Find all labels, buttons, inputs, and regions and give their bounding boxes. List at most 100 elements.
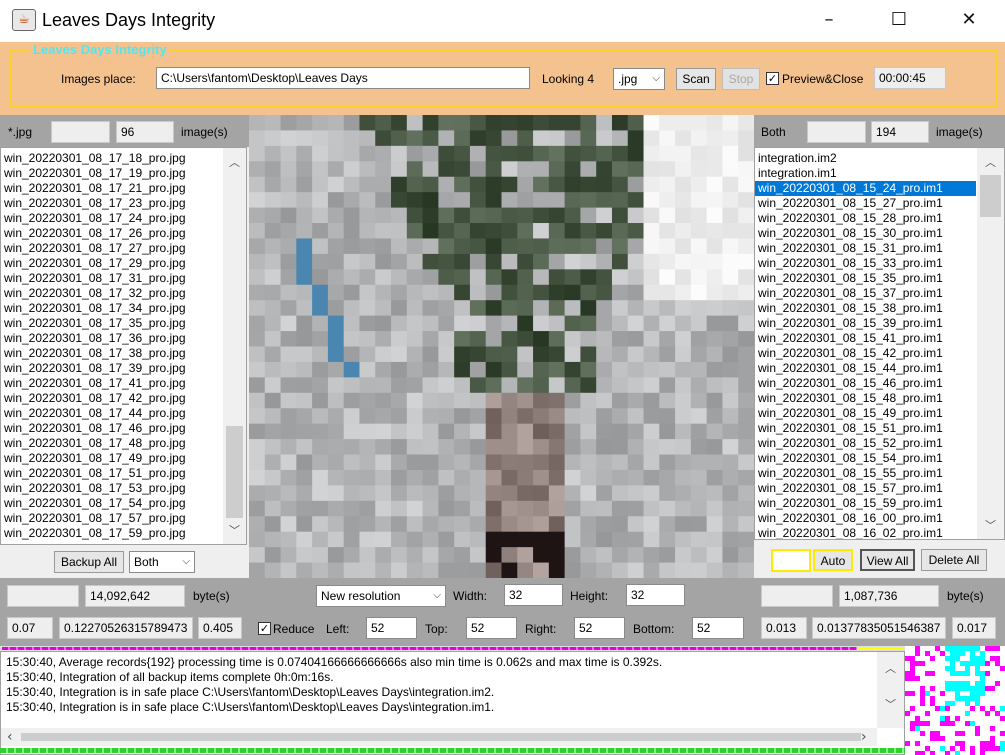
list-item[interactable]: win_20220301_08_17_49_pro.jpg [1,451,222,466]
list-item[interactable]: win_20220301_08_17_46_pro.jpg [1,421,222,436]
resolution-select[interactable]: New resolution ⌵ [316,585,446,607]
backup-mode-select[interactable]: Both ⌵ [129,551,195,573]
list-item[interactable]: win_20220301_08_17_19_pro.jpg [1,166,222,181]
list-item[interactable]: win_20220301_08_17_59_pro.jpg [1,526,222,541]
list-item[interactable]: win_20220301_08_17_48_pro.jpg [1,436,222,451]
list-item[interactable]: win_20220301_08_17_21_pro.jpg [1,181,222,196]
view-all-button[interactable]: View All [860,549,915,571]
log-vscroll[interactable]: ︿ ﹀ [877,652,904,728]
width-input[interactable]: 32 [504,584,563,606]
list-item[interactable]: win_20220301_08_15_55_pro.im1 [755,466,976,481]
crop-right-input[interactable]: 52 [574,617,625,639]
delete-all-button[interactable]: Delete All [921,549,987,571]
list-item[interactable]: win_20220301_08_15_44_pro.im1 [755,361,976,376]
list-item[interactable]: win_20220301_08_17_27_pro.jpg [1,241,222,256]
left-filter-field[interactable] [51,121,110,143]
crop-top-input[interactable]: 52 [466,617,517,639]
scroll-thumb[interactable] [21,733,861,741]
extension-select[interactable]: .jpg ⌵ [613,68,665,90]
diff-pixel [935,646,940,651]
scroll-up-icon[interactable]: ︿ [977,154,1004,170]
list-item[interactable]: win_20220301_08_15_57_pro.im1 [755,481,976,496]
list-item[interactable]: win_20220301_08_15_28_pro.im1 [755,211,976,226]
scroll-down-icon[interactable]: ﹀ [877,696,904,712]
list-item[interactable]: win_20220301_08_15_46_pro.im1 [755,376,976,391]
list-item[interactable]: win_20220301_08_15_49_pro.im1 [755,406,976,421]
list-item[interactable]: win_20220301_08_17_54_pro.jpg [1,496,222,511]
image-preview[interactable] [249,115,754,578]
preview-pixel [643,176,660,193]
preview-pixel [738,408,754,425]
list-item[interactable]: win_20220301_08_15_39_pro.im1 [755,316,976,331]
reduce-checkbox[interactable]: ✓ [258,622,271,635]
list-item[interactable]: win_20220301_08_15_37_pro.im1 [755,286,976,301]
maximize-button[interactable]: ☐ [876,0,922,42]
list-item[interactable]: win_20220301_08_15_35_pro.im1 [755,271,976,286]
preview-pixel [690,423,708,440]
crop-bottom-input[interactable]: 52 [692,617,744,639]
scroll-left-icon[interactable]: ‹ [7,729,13,745]
list-item[interactable]: win_20220301_08_17_35_pro.jpg [1,316,222,331]
list-item[interactable]: win_20220301_08_15_33_pro.im1 [755,256,976,271]
scroll-thumb[interactable] [226,426,243,518]
list-item[interactable]: win_20220301_08_15_48_pro.im1 [755,391,976,406]
scroll-down-icon[interactable]: ﹀ [223,522,246,538]
list-item[interactable]: win_20220301_08_16_00_pro.im1 [755,511,976,526]
list-item[interactable]: win_20220301_08_17_32_pro.jpg [1,286,222,301]
list-item[interactable]: win_20220301_08_15_52_pro.im1 [755,436,976,451]
log-hscroll[interactable]: ‹ › [1,728,877,746]
scan-button[interactable]: Scan [676,68,716,90]
list-item[interactable]: win_20220301_08_17_39_pro.jpg [1,361,222,376]
list-item[interactable]: win_20220301_08_15_51_pro.im1 [755,421,976,436]
list-item[interactable]: win_20220301_08_15_54_pro.im1 [755,451,976,466]
scroll-right-icon[interactable]: › [861,729,867,745]
list-item[interactable]: win_20220301_08_17_38_pro.jpg [1,346,222,361]
list-item[interactable]: win_20220301_08_16_02_pro.im1 [755,526,976,539]
preview-close-checkbox[interactable]: ✓ [766,72,779,85]
list-item[interactable]: win_20220301_08_17_34_pro.jpg [1,301,222,316]
log-area[interactable]: 15:30:40, Average records{192} processin… [0,651,905,755]
images-place-input[interactable]: C:\Users\fantom\Desktop\Leaves Days [156,67,530,89]
list-item[interactable]: win_20220301_08_17_42_pro.jpg [1,391,222,406]
list-item[interactable]: win_20220301_08_17_24_pro.jpg [1,211,222,226]
list-item[interactable]: win_20220301_08_17_51_pro.jpg [1,466,222,481]
list-item[interactable]: win_20220301_08_17_57_pro.jpg [1,511,222,526]
list-item[interactable]: integration.im2 [755,151,976,166]
list-item[interactable]: win_20220301_08_17_26_pro.jpg [1,226,222,241]
right-filter-field[interactable] [807,121,866,143]
list-item[interactable]: win_20220301_08_15_59_pro.im1 [755,496,976,511]
scroll-down-icon[interactable]: ﹀ [977,517,1004,533]
right-scrollbar[interactable]: ︿ ﹀ [977,148,1004,539]
list-item[interactable]: win_20220301_08_17_23_pro.jpg [1,196,222,211]
preview-pixel [327,454,345,471]
list-item[interactable]: win_20220301_08_15_42_pro.im1 [755,346,976,361]
list-item[interactable]: win_20220301_08_17_36_pro.jpg [1,331,222,346]
auto-field[interactable] [771,549,811,572]
crop-left-input[interactable]: 52 [366,617,417,639]
close-button[interactable]: ✕ [946,0,992,42]
list-item[interactable]: win_20220301_08_15_24_pro.im1 [755,181,976,196]
list-item[interactable]: win_20220301_08_15_38_pro.im1 [755,301,976,316]
list-item[interactable]: win_20220301_08_17_18_pro.jpg [1,151,222,166]
list-item[interactable]: integration.im1 [755,166,976,181]
list-item[interactable]: win_20220301_08_17_31_pro.jpg [1,271,222,286]
list-item[interactable]: win_20220301_08_15_27_pro.im1 [755,196,976,211]
backup-all-button[interactable]: Backup All [54,551,124,573]
scroll-thumb[interactable] [980,175,1001,217]
list-item[interactable]: win_20220301_08_17_44_pro.jpg [1,406,222,421]
list-item[interactable]: win_20220301_08_17_29_pro.jpg [1,256,222,271]
scroll-up-icon[interactable]: ︿ [223,154,246,170]
list-item[interactable]: win_20220301_08_15_31_pro.im1 [755,241,976,256]
minimize-button[interactable]: – [806,0,852,42]
scroll-up-icon[interactable]: ︿ [877,660,904,676]
list-item[interactable]: win_20220301_08_15_30_pro.im1 [755,226,976,241]
left-scrollbar[interactable]: ︿ ﹀ [223,148,246,544]
stop-button[interactable]: Stop [722,68,760,90]
backup-file-list[interactable]: integration.im2 integration.im1 win_202203… [754,147,1005,540]
height-input[interactable]: 32 [626,584,685,606]
list-item[interactable]: win_20220301_08_17_41_pro.jpg [1,376,222,391]
source-file-list[interactable]: win_20220301_08_17_18_pro.jpg win_2022030… [0,147,247,545]
auto-button[interactable]: Auto [813,549,853,571]
list-item[interactable]: win_20220301_08_17_53_pro.jpg [1,481,222,496]
list-item[interactable]: win_20220301_08_15_41_pro.im1 [755,331,976,346]
